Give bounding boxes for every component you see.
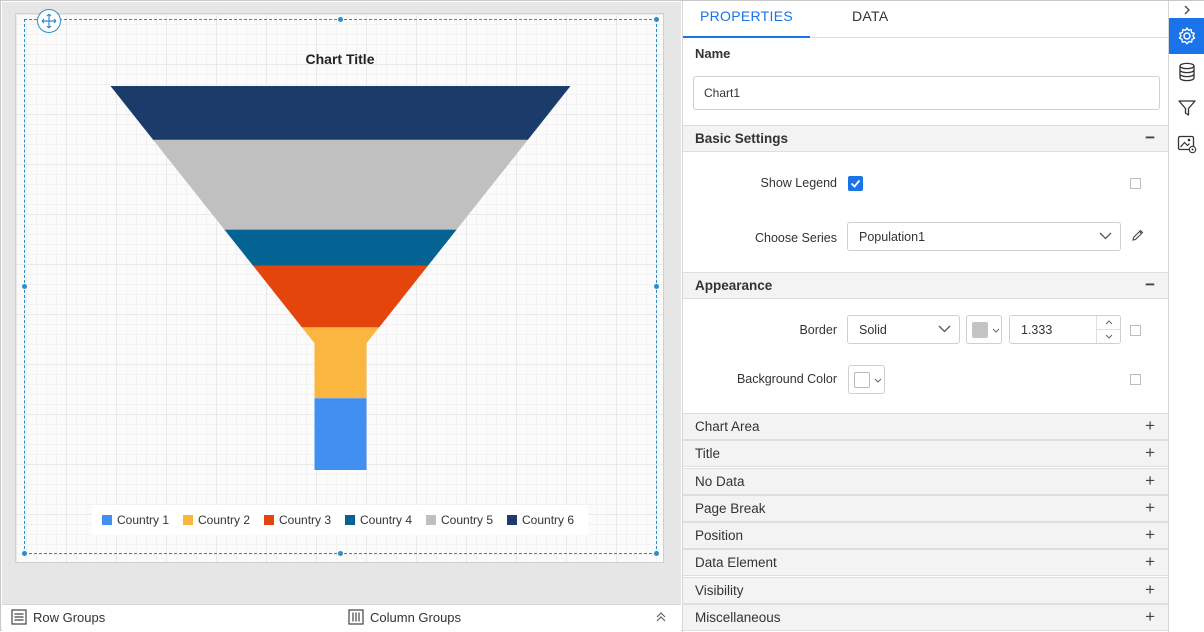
section-no-data[interactable]: No Data + — [683, 468, 1169, 495]
section-position[interactable]: Position + — [683, 522, 1169, 549]
filter-icon — [1178, 100, 1196, 116]
image-settings-icon — [1177, 135, 1197, 154]
appearance-title: Appearance — [695, 278, 773, 293]
column-groups-button[interactable]: Column Groups — [348, 609, 461, 625]
expand-icon[interactable]: + — [1145, 416, 1155, 436]
chevron-up-icon — [1105, 320, 1112, 325]
chevron-down-icon — [874, 378, 882, 383]
expand-groups-button[interactable] — [656, 611, 666, 623]
collapse-icon[interactable]: − — [1145, 275, 1155, 295]
expand-icon[interactable]: + — [1145, 443, 1155, 463]
properties-panel: PROPERTIES DATA Name Basic Settings − Sh… — [682, 1, 1169, 632]
design-area: Chart Title Country 1 Country 2 Country 3C… — [2, 2, 681, 604]
resize-handle[interactable] — [22, 551, 27, 556]
settings-icon — [1178, 27, 1196, 45]
chevron-down-icon — [1105, 334, 1112, 339]
list-icon — [11, 609, 27, 625]
border-color-swatch — [972, 322, 988, 338]
section-chart-area[interactable]: Chart Area + — [683, 413, 1169, 440]
resize-handle[interactable] — [654, 17, 659, 22]
border-style-dropdown[interactable]: Solid — [847, 315, 960, 344]
resize-handle[interactable] — [22, 284, 27, 289]
properties-toolbar-button[interactable] — [1169, 18, 1204, 54]
background-color-swatch — [854, 372, 870, 388]
resize-handle[interactable] — [654, 284, 659, 289]
chevron-right-icon — [1184, 5, 1190, 14]
collapse-icon[interactable]: − — [1145, 128, 1155, 148]
choose-series-value: Population1 — [859, 229, 926, 244]
border-style-value: Solid — [859, 322, 887, 337]
tab-properties[interactable]: PROPERTIES — [683, 1, 810, 38]
tab-data[interactable]: DATA — [835, 1, 905, 38]
section-label: Position — [695, 528, 744, 543]
background-color-label: Background Color — [736, 372, 837, 386]
expand-icon[interactable]: + — [1145, 471, 1155, 491]
spin-up-button[interactable] — [1097, 316, 1120, 329]
panel-tabs: PROPERTIES DATA — [683, 1, 1169, 38]
show-legend-expression-checkbox[interactable] — [1130, 178, 1141, 189]
border-expression-checkbox[interactable] — [1130, 325, 1141, 336]
basic-settings-title: Basic Settings — [695, 131, 789, 146]
section-label: Miscellaneous — [695, 610, 781, 625]
section-label: Data Element — [695, 555, 777, 570]
expand-icon[interactable]: + — [1145, 580, 1155, 600]
border-width-value: 1.333 — [1021, 322, 1053, 337]
resize-handle[interactable] — [338, 17, 343, 22]
border-width-input[interactable]: 1.333 — [1009, 315, 1121, 344]
section-title[interactable]: Title + — [683, 440, 1169, 467]
side-toolbar — [1168, 1, 1204, 632]
choose-series-label: Choose Series — [755, 231, 837, 245]
section-label: Visibility — [695, 583, 744, 598]
choose-series-dropdown[interactable]: Population1 — [847, 222, 1121, 251]
data-toolbar-button[interactable] — [1169, 54, 1204, 90]
collapse-panel-button[interactable] — [1169, 1, 1204, 18]
show-legend-checkbox[interactable] — [848, 176, 863, 191]
selection-box — [24, 19, 657, 554]
background-expression-checkbox[interactable] — [1130, 374, 1141, 385]
basic-settings-header[interactable]: Basic Settings − — [683, 125, 1169, 152]
chevron-down-icon — [1099, 232, 1112, 240]
database-icon — [1179, 62, 1195, 82]
expand-icon[interactable]: + — [1145, 552, 1155, 572]
border-color-picker[interactable] — [966, 315, 1002, 344]
row-groups-label: Row Groups — [33, 609, 106, 625]
section-page-break[interactable]: Page Break + — [683, 495, 1169, 522]
pencil-icon — [1132, 229, 1144, 241]
background-color-picker[interactable] — [848, 365, 885, 394]
row-groups-button[interactable]: Row Groups — [11, 609, 105, 625]
edit-series-button[interactable] — [1131, 228, 1145, 245]
section-label: Page Break — [695, 501, 766, 516]
section-visibility[interactable]: Visibility + — [683, 577, 1169, 604]
spin-down-button[interactable] — [1097, 329, 1120, 342]
report-designer: Chart Title Country 1 Country 2 Country 3C… — [0, 0, 1204, 632]
image-settings-toolbar-button[interactable] — [1169, 126, 1204, 162]
columns-icon — [348, 609, 364, 625]
resize-handle[interactable] — [654, 551, 659, 556]
name-label: Name — [695, 46, 731, 61]
chevron-down-icon — [938, 325, 951, 333]
show-legend-label: Show Legend — [760, 176, 837, 190]
appearance-header[interactable]: Appearance − — [683, 272, 1169, 299]
grouping-bar: Row Groups Column Groups — [2, 604, 681, 631]
expand-icon[interactable]: + — [1145, 498, 1155, 518]
move-handle-icon[interactable] — [37, 9, 61, 33]
resize-handle[interactable] — [338, 551, 343, 556]
name-field[interactable] — [693, 76, 1160, 110]
section-label: Title — [695, 446, 721, 461]
column-groups-label: Column Groups — [370, 609, 462, 625]
filter-toolbar-button[interactable] — [1169, 90, 1204, 126]
spinner — [1096, 316, 1120, 343]
double-chevron-up-icon — [656, 612, 666, 622]
section-miscellaneous[interactable]: Miscellaneous + — [683, 604, 1169, 631]
border-label: Border — [799, 323, 837, 337]
expand-icon[interactable]: + — [1145, 525, 1155, 545]
section-label: Chart Area — [695, 419, 760, 434]
chevron-down-icon — [992, 328, 1000, 333]
section-data-element[interactable]: Data Element + — [683, 549, 1169, 576]
expand-icon[interactable]: + — [1145, 607, 1155, 627]
section-label: No Data — [695, 474, 745, 489]
checkmark-icon — [850, 179, 861, 188]
